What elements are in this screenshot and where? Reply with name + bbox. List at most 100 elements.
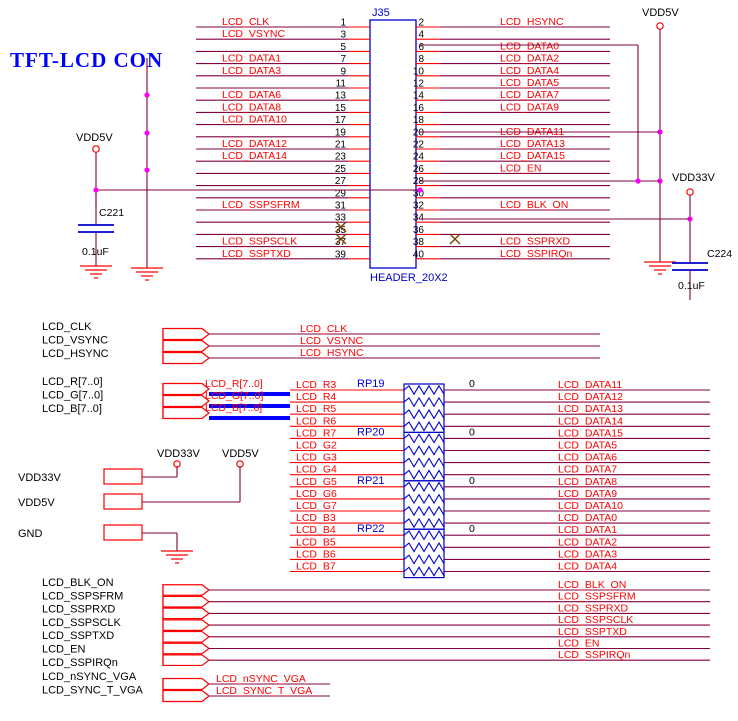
vga-bus-entry-1[interactable] bbox=[162, 689, 210, 703]
left-rail-ground bbox=[131, 267, 163, 281]
control-net-label-5: LCD_EN bbox=[558, 638, 599, 650]
junction-638-181 bbox=[635, 178, 641, 184]
vdd5v-left-circle bbox=[92, 145, 100, 153]
rgb-port-label-0: LCD_R[7..0] bbox=[42, 376, 103, 388]
junction-rail-5 bbox=[417, 187, 423, 193]
net-label-odd-7: LCD_DATA1 bbox=[222, 53, 281, 65]
control-bus-entry-4[interactable] bbox=[162, 630, 210, 643]
vga-net-label-0: LCD_nSYNC_VGA bbox=[216, 673, 306, 685]
connector-body bbox=[369, 19, 417, 269]
control-port-label-6: LCD_SSPIRQn bbox=[42, 657, 118, 669]
resistor-pack-box-RP22[interactable] bbox=[403, 528, 445, 579]
net-label-odd-17: LCD_DATA10 bbox=[222, 114, 287, 126]
pin-number-22: 22 bbox=[413, 140, 425, 151]
no-connect-marks bbox=[335, 221, 461, 245]
pin-number-20: 20 bbox=[413, 127, 425, 138]
pin-number-16: 16 bbox=[413, 103, 425, 114]
vdd33v-mid-label: VDD33V bbox=[157, 448, 200, 460]
sync-bus-entry-0[interactable] bbox=[162, 327, 210, 341]
respack-right-label-5: LCD_DATA5 bbox=[558, 440, 617, 452]
vdd5v-left-label: VDD5V bbox=[76, 132, 113, 144]
net-label-even-6: LCD_DATA0 bbox=[500, 40, 559, 52]
control-port-label-3: LCD_SSPSCLK bbox=[42, 617, 122, 629]
vga-port-label-0: LCD_nSYNC_VGA bbox=[42, 671, 137, 683]
respack-right-label-14: LCD_DATA3 bbox=[558, 548, 617, 560]
rgb-bus-entry-2[interactable] bbox=[162, 406, 210, 420]
control-port-label-5: LCD_EN bbox=[42, 644, 85, 656]
control-port-label-2: LCD_SSPRXD bbox=[42, 604, 115, 616]
respack-right-label-13: LCD_DATA2 bbox=[558, 536, 617, 548]
net-label-odd-9: LCD_DATA3 bbox=[222, 65, 281, 77]
net-label-even-26: LCD_EN bbox=[500, 162, 541, 174]
vdd33v-mid-symbol: VDD33V bbox=[157, 448, 200, 468]
sync-bus-entry-2[interactable] bbox=[162, 351, 210, 365]
pin-number-14: 14 bbox=[413, 91, 425, 102]
respack-left-label-8: LCD_G5 bbox=[296, 476, 337, 488]
right-rail-ground bbox=[644, 261, 676, 275]
net-label-even-12: LCD_DATA5 bbox=[500, 77, 559, 89]
respack-left-label-6: LCD_G3 bbox=[296, 452, 337, 464]
pin-number-40: 40 bbox=[413, 249, 425, 260]
power-port-vdd33v-box bbox=[103, 468, 143, 485]
schematic-canvas: TFT-LCD CON J35 HEADER_20X2 135791113151… bbox=[10, 7, 732, 703]
vdd5v-right-label: VDD5V bbox=[642, 7, 679, 19]
control-port-label-1: LCD_SSPSFRM bbox=[42, 590, 123, 602]
power-port-vdd33v[interactable]: VDD33V bbox=[18, 466, 178, 485]
net-label-even-32: LCD_BLK_ON bbox=[500, 199, 568, 211]
respack-right-label-10: LCD_DATA10 bbox=[558, 500, 623, 512]
pin-number-10: 10 bbox=[413, 66, 425, 77]
respack-left-label-7: LCD_G4 bbox=[296, 464, 337, 476]
power-port-vdd33v-label: VDD33V bbox=[18, 472, 61, 484]
c221-ground bbox=[80, 265, 112, 279]
control-bus-entry-1[interactable] bbox=[162, 595, 210, 608]
respack-left-label-12: LCD_B4 bbox=[296, 524, 336, 536]
resistor-pack-refdes-RP19: RP19 bbox=[357, 378, 385, 390]
junction-rail-1 bbox=[144, 92, 150, 98]
resistor-pack-box-RP19[interactable] bbox=[403, 383, 445, 434]
control-bus-entry-0[interactable] bbox=[162, 584, 210, 596]
rgb-port-label-1: LCD_G[7..0] bbox=[42, 390, 103, 402]
sync-bus-group: LCD_CLKLCD_CLKLCD_VSYNCLCD_VSYNCLCD_HSYN… bbox=[42, 321, 600, 365]
control-bus-entry-6[interactable] bbox=[162, 654, 210, 667]
resistor-pack-box-RP20[interactable] bbox=[403, 431, 445, 482]
control-net-label-3: LCD_SSPSCLK bbox=[558, 614, 633, 626]
capacitor-c224: C224 0.1uF bbox=[672, 248, 732, 300]
sync-bus-entry-1[interactable] bbox=[162, 339, 210, 353]
power-port-gnd[interactable]: GND bbox=[18, 524, 193, 564]
sync-port-label-2: LCD_HSYNC bbox=[42, 348, 109, 360]
respack-right-label-7: LCD_DATA7 bbox=[558, 464, 617, 476]
rgb-bus-group: LCD_R[7..0] LCD_R[7..0]LCD_G[7..0] LCD_G[7… bbox=[42, 376, 290, 420]
vga-bus-group: LCD_nSYNC_VGALCD_nSYNC_VGALCD_SYNC_T_VGA… bbox=[42, 671, 330, 703]
c224-refdes: C224 bbox=[707, 248, 732, 260]
resistor-pack-group: LCD_R3 LCD_DATA11LCD_R4 LCD_DATA12LCD_R5 LC… bbox=[290, 378, 710, 579]
pin-number-2: 2 bbox=[418, 18, 424, 29]
connector-j35[interactable]: J35 HEADER_20X2 bbox=[369, 7, 448, 284]
vga-bus-entry-0[interactable] bbox=[162, 677, 210, 691]
pin-number-12: 12 bbox=[413, 79, 425, 90]
power-port-group: VDD33V VDD5V GND VDD33V VDD5V bbox=[18, 448, 259, 564]
net-label-even-2: LCD_HSYNC bbox=[500, 16, 564, 28]
junction-rail-3 bbox=[144, 167, 150, 173]
net-label-even-40: LCD_SSPIRQn bbox=[500, 248, 573, 260]
pin-number-26: 26 bbox=[413, 164, 425, 175]
rgb-bus-entry-0[interactable] bbox=[162, 382, 210, 396]
rgb-bus-entry-1[interactable] bbox=[162, 394, 210, 408]
control-bus-entry-3[interactable] bbox=[162, 619, 210, 631]
pin-number-4: 4 bbox=[418, 30, 424, 41]
resistor-pack-box-RP21[interactable] bbox=[403, 480, 445, 530]
net-label-even-38: LCD_SSPRXD bbox=[500, 236, 570, 248]
resistor-pack-value-RP21: 0 bbox=[469, 475, 475, 487]
sync-net-label-2: LCD_HSYNC bbox=[300, 347, 364, 359]
vdd5v-right-symbol: VDD5V bbox=[642, 7, 679, 275]
respack-left-label-13: LCD_B5 bbox=[296, 536, 336, 548]
respack-left-label-4: LCD_R7 bbox=[296, 427, 336, 439]
rgb-bus-label-0: LCD_R[7..0] bbox=[205, 378, 263, 390]
control-bus-entry-5[interactable] bbox=[162, 642, 210, 655]
resistor-pack-value-RP20: 0 bbox=[469, 426, 475, 438]
power-port-vdd5v-box bbox=[103, 493, 143, 510]
schematic-sheet: TFT-LCD CON J35 HEADER_20X2 1 3 5 7 9 11 13 15 1… bbox=[0, 0, 738, 721]
pin-number-28: 28 bbox=[413, 176, 425, 187]
net-label-odd-13: LCD_DATA6 bbox=[222, 89, 281, 101]
control-bus-entry-2[interactable] bbox=[162, 607, 210, 620]
vdd33v-right-circle bbox=[686, 188, 694, 196]
